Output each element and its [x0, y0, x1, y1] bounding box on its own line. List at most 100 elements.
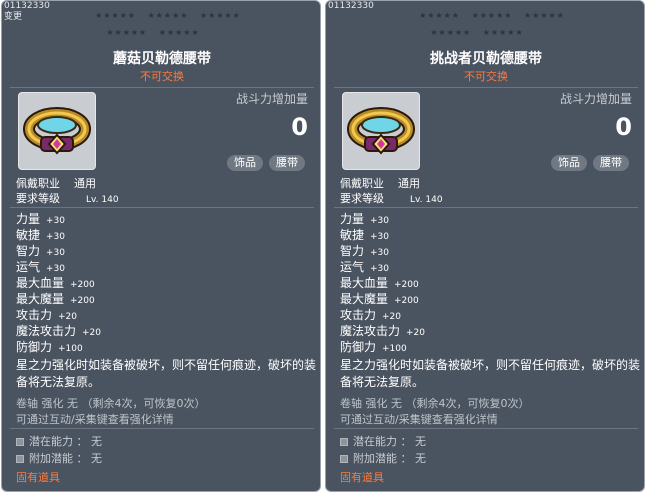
stat-label: 力量	[16, 212, 41, 226]
combat-power-label: 战斗力增加量	[559, 92, 632, 106]
stat-value: +30	[46, 216, 66, 226]
stat-value: +20	[382, 312, 402, 322]
stat-label: 敏捷	[16, 228, 41, 242]
star-force-row-1: ★★★★★ ★★★★★ ★★★★★	[392, 10, 592, 22]
stat-label: 运气	[16, 260, 41, 274]
item-id: 01132330	[4, 1, 50, 11]
combat-power-value: 0	[291, 113, 308, 141]
stat-value: +30	[370, 216, 390, 226]
job-label: 佩戴职业	[340, 177, 384, 190]
enhance-hint: 可通过互动/采集键查看强化详情	[16, 413, 174, 426]
bonus-potential-text: 附加潜能 ： 无	[353, 452, 426, 465]
item-description: 星之力强化时如装备被破坏，则不留任何痕迹，破坏的装 备将无法复原。	[340, 357, 640, 391]
stat-value: +30	[370, 248, 390, 258]
stat-label: 力量	[340, 212, 365, 226]
item-description: 星之力强化时如装备被破坏，则不留任何痕迹，破坏的装 备将无法复原。	[16, 357, 316, 391]
bonus-potential-row: 附加潜能 ： 无	[16, 450, 102, 466]
description-line: 备将无法复原。	[16, 375, 101, 389]
item-tooltip-left: 01132330 变更 ★★★★★ ★★★★★ ★★★★★ ★★★★★ ★★★★…	[1, 0, 321, 492]
stat-value: +30	[46, 248, 66, 258]
star-icon: ★★★★★	[430, 28, 472, 37]
potential-row: 潜在能力 ： 无	[340, 433, 426, 449]
level-label: 要求等级	[340, 192, 384, 205]
item-id-note: 变更	[4, 12, 23, 22]
stat-label: 最大魔量	[340, 292, 389, 306]
level-value: Lv. 140	[410, 195, 443, 205]
stat-value: +20	[58, 312, 78, 322]
item-title: 挑战者贝勒德腰带	[430, 51, 542, 67]
stat-value: +30	[46, 232, 66, 242]
belt-icon	[23, 107, 91, 155]
star-icon: ★★★★★	[147, 11, 189, 20]
level-label: 要求等级	[16, 192, 60, 205]
stat-value: +200	[394, 296, 419, 306]
stat-label: 防御力	[16, 340, 53, 354]
potential-text: 潜在能力 ： 无	[29, 435, 102, 448]
divider	[10, 207, 314, 208]
stat-label: 最大魔量	[16, 292, 65, 306]
stat-value: +30	[46, 264, 66, 274]
item-id: 01132330	[328, 1, 374, 11]
job-requirement: 佩戴职业 通用	[16, 175, 96, 191]
star-icon: ★★★★★	[471, 11, 513, 20]
level-requirement: 要求等级 Lv. 140	[340, 190, 443, 206]
category-tag-accessory: 饰品	[227, 155, 263, 171]
stat-value: +200	[70, 280, 95, 290]
stat-value: +100	[382, 344, 407, 354]
level-value: Lv. 140	[86, 195, 119, 205]
stat-row: 防御力 +100	[16, 339, 83, 357]
item-icon-box	[18, 92, 96, 170]
divider	[334, 428, 638, 429]
divider	[334, 87, 638, 88]
stat-value: +30	[370, 232, 390, 242]
scroll-enhance-info: 卷轴 强化 无 （剩余4次，可恢复0次）	[340, 397, 530, 410]
square-bullet-icon	[340, 438, 348, 446]
stat-label: 最大血量	[16, 276, 65, 290]
stat-label: 敏捷	[340, 228, 365, 242]
stat-value: +100	[58, 344, 83, 354]
divider	[10, 428, 314, 429]
stat-value: +200	[394, 280, 419, 290]
tradeability-label: 不可交换	[464, 70, 508, 83]
stat-value: +20	[406, 328, 426, 338]
category-tag-belt: 腰带	[269, 155, 305, 171]
divider	[334, 207, 638, 208]
stat-label: 魔法攻击力	[340, 324, 401, 338]
divider	[10, 87, 314, 88]
bonus-potential-row: 附加潜能 ： 无	[340, 450, 426, 466]
tradeability-label: 不可交换	[140, 70, 184, 83]
stat-label: 防御力	[340, 340, 377, 354]
star-icon: ★★★★★	[482, 28, 524, 37]
stat-label: 最大血量	[340, 276, 389, 290]
description-line: 星之力强化时如装备被破坏，则不留任何痕迹，破坏的装	[16, 358, 317, 372]
stat-row: 防御力 +100	[340, 339, 407, 357]
star-icon: ★★★★★	[106, 28, 148, 37]
square-bullet-icon	[16, 438, 24, 446]
square-bullet-icon	[16, 455, 24, 463]
potential-text: 潜在能力 ： 无	[353, 435, 426, 448]
star-icon: ★★★★★	[199, 11, 241, 20]
square-bullet-icon	[340, 455, 348, 463]
potential-row: 潜在能力 ： 无	[16, 433, 102, 449]
job-value: 通用	[398, 177, 420, 190]
combat-power-value: 0	[615, 113, 632, 141]
scroll-enhance-info: 卷轴 强化 无 （剩余4次，可恢复0次）	[16, 397, 206, 410]
stat-value: +200	[70, 296, 95, 306]
item-tooltip-right: 01132330 ★★★★★ ★★★★★ ★★★★★ ★★★★★ ★★★★★ 挑…	[325, 0, 645, 492]
level-requirement: 要求等级 Lv. 140	[16, 190, 119, 206]
belt-icon	[347, 107, 415, 155]
job-value: 通用	[74, 177, 96, 190]
category-tag-accessory: 饰品	[551, 155, 587, 171]
stat-label: 攻击力	[340, 308, 377, 322]
job-requirement: 佩戴职业 通用	[340, 175, 420, 191]
unique-item-label: 固有道具	[340, 471, 384, 484]
star-icon: ★★★★★	[523, 11, 565, 20]
star-force-row-2: ★★★★★ ★★★★★	[78, 27, 228, 39]
stat-label: 运气	[340, 260, 365, 274]
enhance-hint: 可通过互动/采集键查看强化详情	[340, 413, 498, 426]
stat-value: +20	[82, 328, 102, 338]
star-force-row-2: ★★★★★ ★★★★★	[402, 27, 552, 39]
description-line: 备将无法复原。	[340, 375, 425, 389]
star-force-row-1: ★★★★★ ★★★★★ ★★★★★	[68, 10, 268, 22]
stat-label: 魔法攻击力	[16, 324, 77, 338]
